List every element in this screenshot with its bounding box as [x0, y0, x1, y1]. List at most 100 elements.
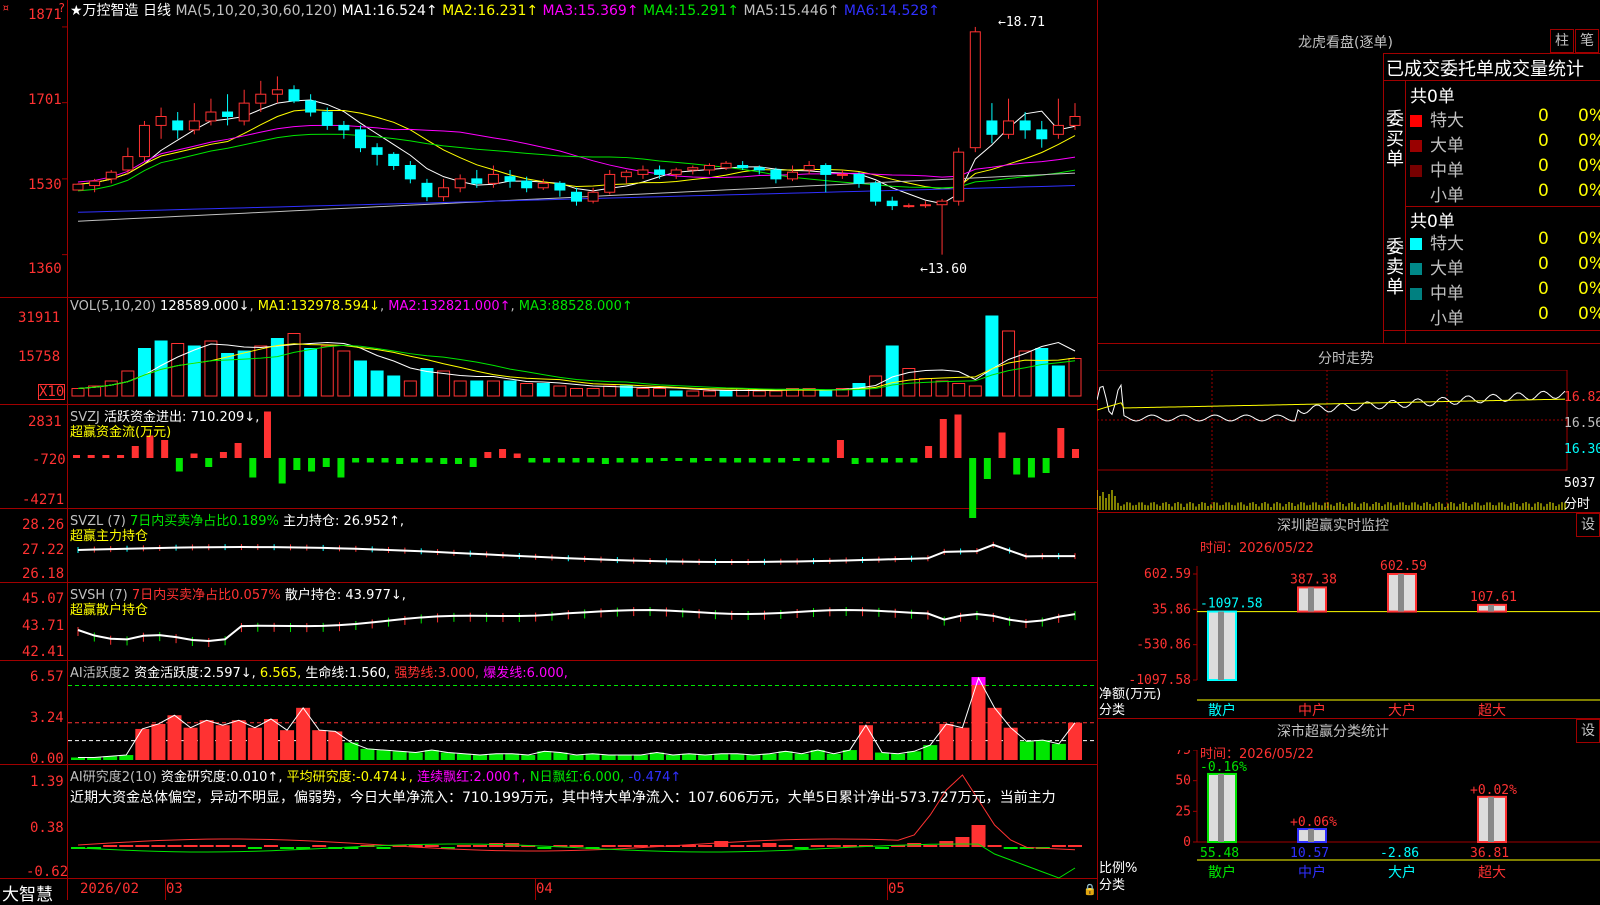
candle-body: [936, 200, 948, 206]
fs-vol-unit: 分时: [1564, 497, 1591, 512]
candle-body: [654, 169, 666, 175]
fund-flow-bar: [748, 458, 756, 463]
research-bar: [1051, 845, 1066, 847]
research-bar: [569, 845, 584, 847]
fund-flow-bar: [778, 458, 786, 463]
sz-monitor-settings-button[interactable]: 设: [1576, 513, 1600, 537]
change-label: -0.16%: [1200, 760, 1247, 775]
candle-body: [404, 165, 416, 180]
divider-line: [1384, 80, 1600, 81]
activity-bar: [247, 727, 262, 760]
fund-flow-bar: [469, 458, 477, 467]
svzl-tick: 26.18: [22, 566, 65, 582]
fs-price-tick: 16.82: [1564, 390, 1600, 405]
svzl-sublabel: 超赢主力持仓: [70, 529, 149, 544]
order-percent: 0%: [1578, 106, 1600, 126]
fund-flow-bar: [645, 458, 653, 463]
candle-body: [737, 165, 749, 169]
order-count: 0: [1538, 106, 1549, 126]
volume-bar: [752, 390, 766, 397]
volume-bar: [918, 378, 932, 397]
fund-flow-bar: [352, 458, 360, 463]
fund-flow-bar: [601, 458, 609, 464]
candle-body: [836, 173, 848, 176]
change-label: +0.02%: [1470, 783, 1517, 798]
candle-body: [770, 169, 782, 180]
fund-flow-bar: [528, 458, 536, 463]
ma4-value: 15.291↑: [678, 3, 739, 19]
order-percent: 0%: [1578, 131, 1600, 151]
volume-bar: [653, 388, 667, 397]
activity-bar: [971, 678, 986, 760]
stock-title[interactable]: ★万控智造 日线: [70, 3, 171, 19]
research-bar: [714, 841, 729, 847]
fund-flow-bar: [1027, 458, 1035, 478]
candle-body: [903, 205, 915, 208]
ma2-label: MA2:: [442, 3, 478, 19]
axis-tick-label: 35.86: [1152, 602, 1191, 617]
svsh-tick: 43.71: [22, 618, 65, 634]
pen-mode-button[interactable]: 笔: [1575, 29, 1599, 53]
activity-bar: [794, 753, 809, 760]
research-green-line: [77, 843, 1076, 879]
order-percent: 0%: [1578, 156, 1600, 176]
research-bar: [955, 837, 970, 847]
svzj-tick: -4271: [22, 492, 65, 508]
activity-bar: [875, 752, 890, 760]
ma-line: [77, 124, 1076, 183]
lock-icon[interactable]: 🔒: [1083, 883, 1097, 896]
activity-bar: [617, 755, 632, 760]
value-label: 36.81: [1470, 846, 1509, 861]
date-tick-line: [887, 878, 888, 900]
fund-flow-bar: [440, 458, 448, 464]
activity-bar: [746, 755, 761, 760]
ma-line: [77, 133, 1076, 192]
color-swatch: [1410, 165, 1422, 177]
tabs-title: 已成交委托单成交量统计: [1386, 59, 1584, 80]
vol-title: VOL(5,10,20): [70, 299, 156, 314]
axis-tick-label: 602.59: [1144, 567, 1191, 582]
candle-body: [604, 173, 616, 193]
candle-body: [338, 124, 350, 131]
date-tick: 2026/02: [80, 881, 140, 897]
ma1-label: MA1:: [341, 3, 377, 19]
fund-flow-bar: [381, 458, 389, 463]
activity-bar: [987, 707, 1002, 760]
order-row: 中单 0 0%: [1410, 156, 1600, 181]
volume-bar: [71, 388, 85, 397]
fund-flow-bar: [822, 458, 830, 463]
activity-bar: [505, 753, 520, 760]
bar-mode-button[interactable]: 柱: [1550, 29, 1574, 53]
volume-bar: [586, 388, 600, 397]
category-label: 大户: [1388, 702, 1416, 719]
order-count: 0: [1538, 156, 1549, 176]
category-label: 散户: [1208, 702, 1236, 719]
axis-tick-label: 75: [1175, 750, 1191, 758]
fund-flow-bar: [895, 458, 903, 463]
fund-flow-bar: [572, 458, 580, 463]
activity-bar: [360, 748, 375, 760]
value-label: -1097.58: [1200, 597, 1263, 612]
volume-bar: [985, 315, 999, 397]
order-percent: 0%: [1578, 181, 1600, 201]
fund-flow-bar: [308, 458, 316, 472]
volume-bar: [719, 390, 733, 397]
fund-flow-bar: [499, 449, 507, 458]
volume-bar: [503, 380, 517, 397]
category-bar-shade: [1308, 829, 1314, 842]
ai-tick: 6.57: [30, 669, 64, 685]
fs-title: 分时走势: [1318, 351, 1374, 367]
ma1-value: 16.524↑: [376, 3, 438, 19]
order-percent: 0%: [1578, 304, 1600, 324]
divider-line: [1097, 512, 1600, 513]
vol-unit-badge[interactable]: X10: [38, 384, 66, 400]
sz-stat-settings-button[interactable]: 设: [1576, 719, 1600, 743]
menu-icon[interactable]: ¤: [2, 1, 9, 15]
order-percent: 0%: [1578, 254, 1600, 274]
category-bar-shade: [1218, 611, 1224, 680]
volume-bar: [1051, 365, 1065, 397]
volume-bar: [453, 380, 467, 397]
category-label: 中户: [1298, 864, 1326, 881]
color-swatch: [1410, 115, 1422, 127]
divider-line: [1384, 330, 1600, 331]
